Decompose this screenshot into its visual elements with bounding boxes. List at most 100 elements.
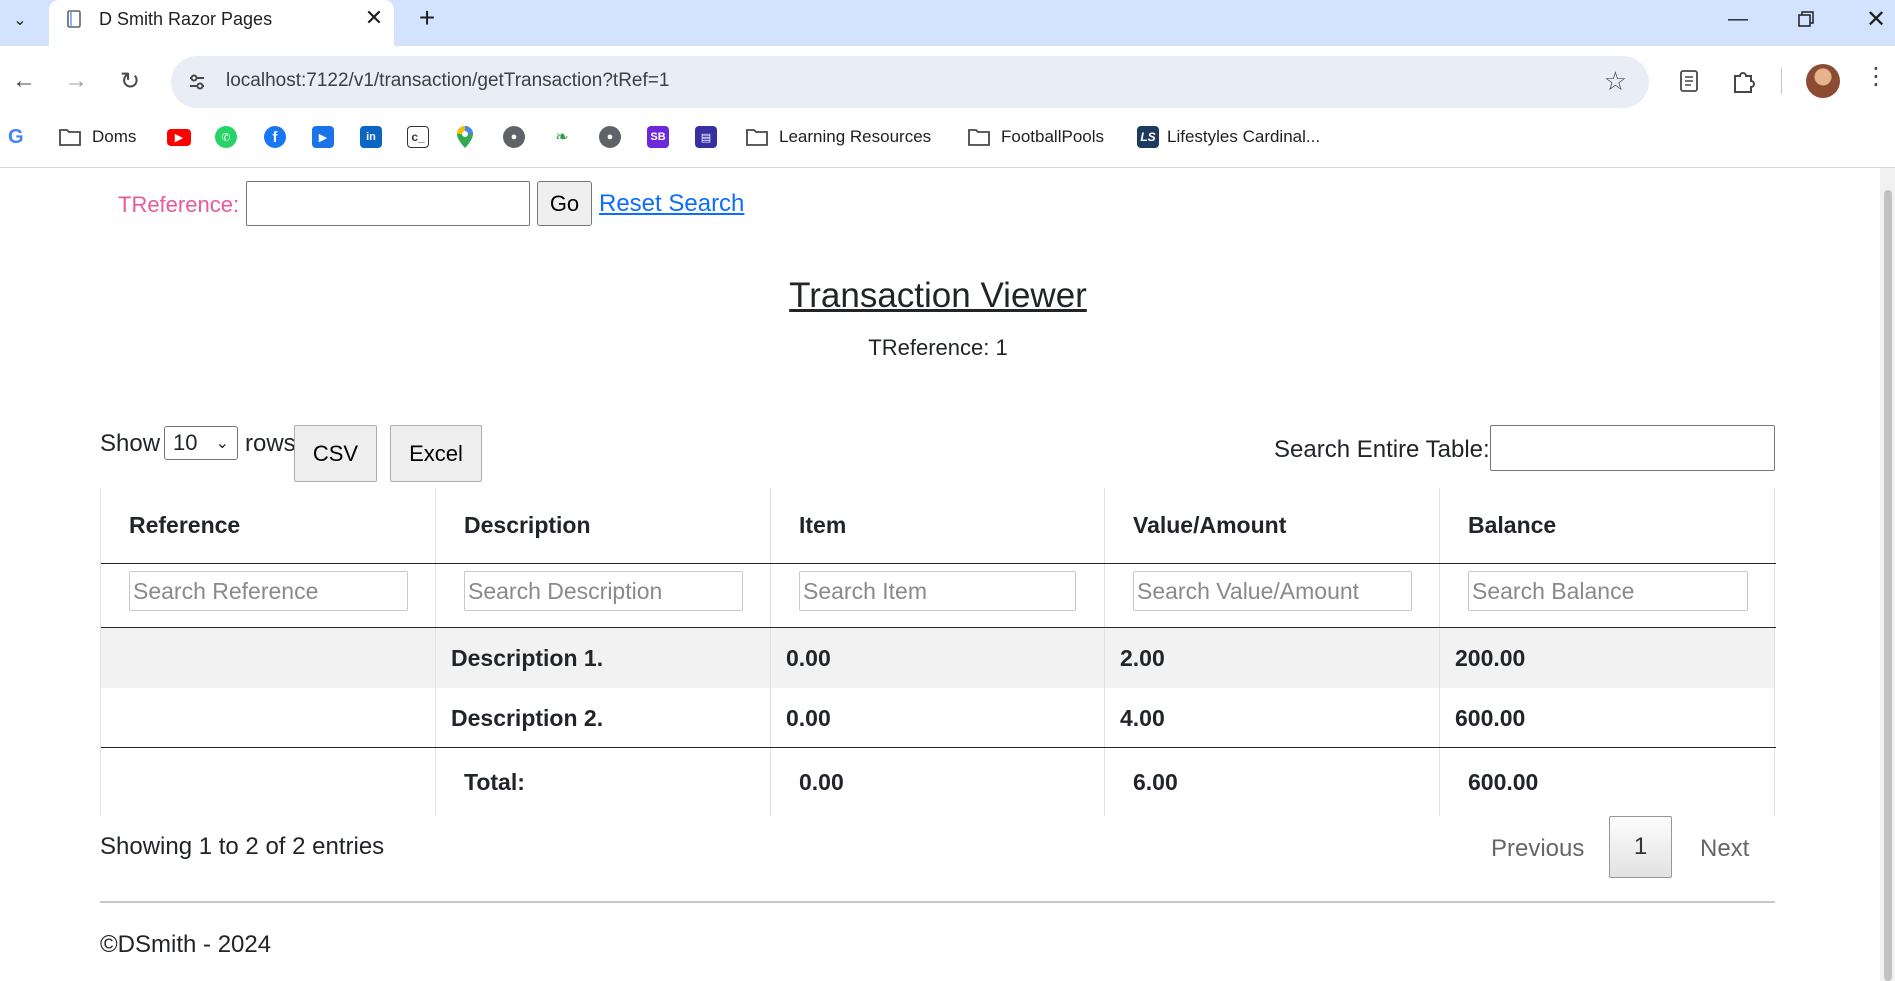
total-item: 0.00 [799, 769, 844, 795]
reload-icon[interactable]: ↻ [110, 61, 150, 101]
globe-icon: ● [599, 126, 621, 148]
browser-tab[interactable]: D Smith Razor Pages ✕ [49, 0, 394, 46]
bookmark-learning-resources[interactable]: Learning Resources [745, 124, 931, 150]
whatsapp-icon: ✆ [215, 126, 237, 148]
close-window-icon[interactable]: ✕ [1846, 2, 1895, 36]
minimize-icon[interactable]: — [1708, 2, 1768, 36]
bookmark-youtube[interactable]: ▶ [167, 124, 191, 150]
bookmark-linkedin[interactable]: in [360, 124, 382, 150]
back-icon[interactable]: ← [4, 61, 44, 101]
site-settings-icon[interactable] [183, 68, 211, 96]
bookmark-facebook[interactable]: f [264, 124, 286, 150]
bookmark-lifestyles[interactable]: LS Lifestyles Cardinal... [1137, 124, 1320, 150]
cell-description: Description 2. [451, 705, 604, 731]
forward-icon[interactable]: → [56, 61, 96, 101]
bookmark-doms[interactable]: Doms [58, 124, 136, 150]
treference-input[interactable] [246, 181, 530, 226]
page-length-select[interactable]: 10 ⌄ [164, 426, 238, 460]
filter-item-input[interactable]: Search Item [799, 571, 1076, 611]
reset-search-link[interactable]: Reset Search [599, 190, 744, 218]
cell-value: 4.00 [1120, 705, 1165, 731]
tab-title: D Smith Razor Pages [99, 9, 273, 29]
document-icon [67, 10, 81, 28]
page-length-value: 10 [173, 430, 198, 455]
total-label: Total: [464, 769, 525, 795]
url-text: localhost:7122/v1/transaction/getTransac… [226, 70, 670, 91]
new-tab-icon[interactable]: + [410, 2, 444, 34]
bookmarks-bar: G Doms ▶ ✆ f ▶ in c_ ● ❧ ● SB ▤ Learning… [0, 116, 1895, 156]
filter-description-input[interactable]: Search Description [464, 571, 743, 611]
reading-mode-icon[interactable] [1672, 64, 1706, 98]
cell-description: Description 1. [451, 645, 604, 671]
bookmark-maps[interactable] [455, 124, 475, 150]
ls-icon: LS [1137, 126, 1159, 148]
bookmark-label: Doms [92, 127, 137, 146]
next-page-button[interactable]: Next [1700, 835, 1749, 863]
footer-row-divider [101, 747, 1776, 748]
bookmark-codecademy[interactable]: c_ [407, 124, 429, 150]
header-divider [101, 563, 1776, 564]
codecademy-icon: c_ [407, 126, 429, 148]
footer-copyright: ©DSmith - 2024 [100, 931, 272, 958]
excel-button[interactable]: Excel [390, 425, 482, 482]
linkedin-icon: in [360, 126, 382, 148]
filter-placeholder: Search Item [803, 577, 927, 604]
search-table-label: Search Entire Table: [1274, 436, 1490, 463]
filter-balance-input[interactable]: Search Balance [1468, 571, 1748, 611]
treference-label: TReference: [118, 192, 240, 217]
column-header-item[interactable]: Item [799, 512, 846, 539]
table-info: Showing 1 to 2 of 2 entries [100, 833, 385, 860]
csv-button[interactable]: CSV [294, 425, 377, 482]
column-divider [1104, 488, 1105, 816]
tab-search-chevron-icon[interactable]: ⌄ [6, 6, 34, 34]
column-divider [1439, 488, 1440, 816]
folder-icon [968, 129, 990, 146]
current-page-button[interactable]: 1 [1609, 816, 1672, 878]
close-tab-icon[interactable]: ✕ [361, 5, 387, 31]
bookmark-label: FootballPools [1001, 127, 1105, 146]
go-button[interactable]: Go [537, 181, 592, 226]
facebook-icon: f [264, 126, 286, 148]
filter-placeholder: Search Balance [1472, 577, 1635, 604]
column-header-value-amount[interactable]: Value/Amount [1133, 512, 1286, 539]
address-bar[interactable]: localhost:7122/v1/transaction/getTransac… [171, 56, 1649, 108]
footer-divider [100, 901, 1775, 903]
search-table-input[interactable] [1490, 425, 1775, 471]
column-header-balance[interactable]: Balance [1468, 512, 1556, 539]
extensions-puzzle-icon[interactable] [1727, 64, 1761, 98]
bookmark-whatsapp[interactable]: ✆ [215, 124, 237, 150]
rows-label: rows [245, 430, 296, 457]
bookmark-chart[interactable]: ▤ [695, 124, 717, 150]
cell-balance: 200.00 [1455, 645, 1526, 671]
sb-icon: SB [647, 126, 669, 148]
scrollbar-thumb[interactable] [1884, 190, 1892, 981]
page-title: Transaction Viewer [789, 276, 1087, 315]
restore-icon[interactable] [1776, 2, 1836, 36]
cell-value: 2.00 [1120, 645, 1165, 671]
previous-page-button[interactable]: Previous [1491, 835, 1584, 863]
filter-reference-input[interactable]: Search Reference [129, 571, 408, 611]
bookmark-leaf[interactable]: ❧ [551, 124, 573, 150]
filter-divider [101, 627, 1776, 628]
bookmark-sb[interactable]: SB [647, 124, 669, 150]
globe-icon: ● [503, 126, 525, 148]
page-subtitle: TReference: 1 [868, 335, 1008, 360]
bookmark-globe-2[interactable]: ● [599, 124, 621, 150]
profile-avatar[interactable] [1806, 64, 1840, 98]
folder-icon [746, 129, 768, 146]
maps-pin-icon [457, 126, 473, 148]
more-menu-icon[interactable]: ⋮ [1864, 62, 1888, 91]
google-icon[interactable]: G [8, 124, 24, 150]
bookmark-globe-1[interactable]: ● [503, 124, 525, 150]
filter-value-amount-input[interactable]: Search Value/Amount [1133, 571, 1412, 611]
column-header-description[interactable]: Description [464, 512, 591, 539]
page-content: TReference: Go Reset Search Transaction … [0, 168, 1880, 981]
total-balance: 600.00 [1468, 769, 1539, 795]
chart-icon: ▤ [695, 126, 717, 148]
bookmark-play[interactable]: ▶ [312, 124, 334, 150]
bookmark-star-icon[interactable]: ☆ [1604, 66, 1627, 97]
browser-toolbar: ← → ↻ localhost:7122/v1/transaction/getT… [0, 46, 1895, 116]
column-header-reference[interactable]: Reference [129, 512, 240, 539]
folder-icon [59, 129, 81, 146]
bookmark-footballpools[interactable]: FootballPools [967, 124, 1104, 150]
